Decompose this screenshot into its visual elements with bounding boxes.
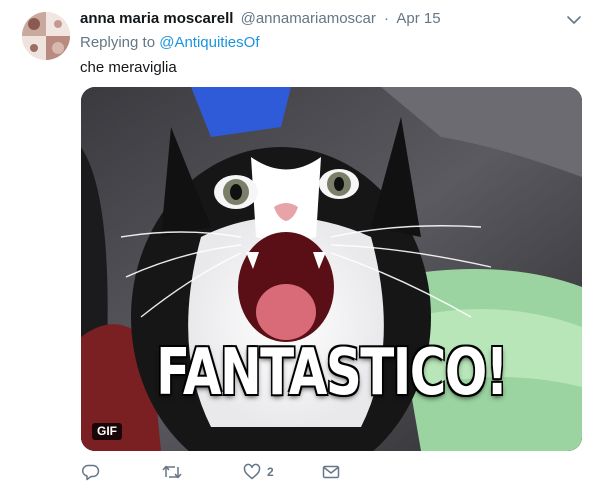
reply-button[interactable] (82, 462, 106, 482)
tweet-text: che meraviglia (80, 59, 177, 76)
gif-caption: FANTASTICO! (156, 336, 508, 410)
replying-to-mention-link[interactable]: @AntiquitiesOf (159, 34, 259, 51)
replying-prefix: Replying to (80, 34, 156, 51)
like-button[interactable]: 2 (243, 462, 274, 482)
separator-dot: · (384, 10, 390, 27)
reply-icon (82, 464, 100, 481)
author-handle[interactable]: @annamariamoscar (241, 10, 376, 27)
tweet-date[interactable]: Apr 15 (396, 10, 440, 27)
envelope-icon (322, 465, 340, 479)
heart-icon (243, 463, 261, 480)
retweet-button[interactable] (162, 462, 188, 482)
tweet[interactable]: anna maria moscarell @annamariamoscar · … (0, 0, 608, 491)
replying-to: Replying to @AntiquitiesOf (80, 33, 260, 53)
avatar[interactable] (22, 12, 70, 60)
chevron-down-icon[interactable] (566, 12, 582, 28)
author-name[interactable]: anna maria moscarell (80, 10, 233, 27)
direct-message-button[interactable] (322, 462, 340, 482)
gif-badge: GIF (92, 423, 122, 440)
tweet-header: anna maria moscarell @annamariamoscar · … (80, 9, 441, 29)
like-count: 2 (267, 465, 274, 479)
avatar-image (22, 12, 70, 60)
retweet-icon (162, 465, 182, 479)
